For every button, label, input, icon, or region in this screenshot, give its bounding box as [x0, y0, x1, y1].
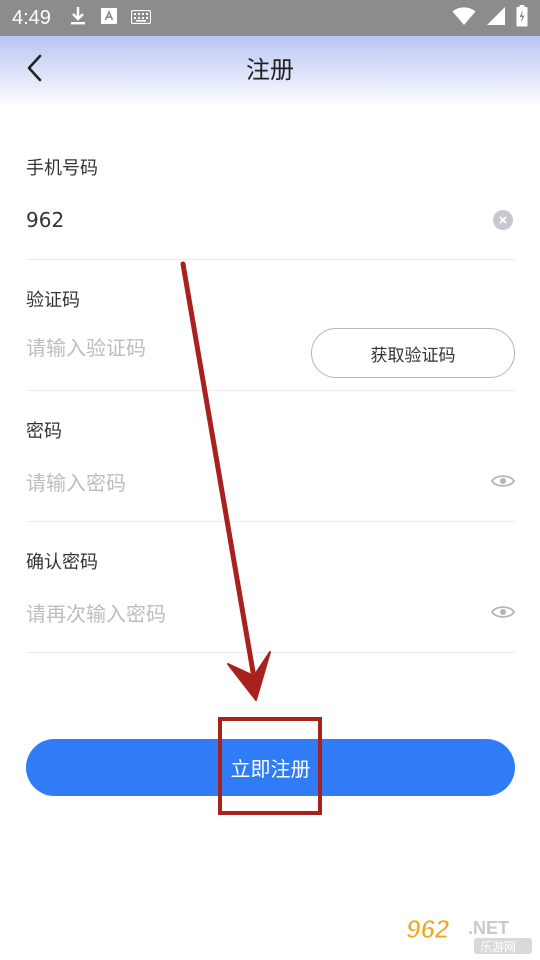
password-field-row: 密码 — [26, 391, 516, 522]
status-left-icons — [69, 6, 152, 30]
page-title: 注册 — [246, 56, 294, 84]
confirm-password-input[interactable] — [26, 594, 446, 634]
status-time: 4:49 — [12, 6, 51, 29]
svg-text:乐游网: 乐游网 — [480, 940, 516, 954]
register-form: 手机号码 验证码 获取验证码 密码 确认密码 — [26, 104, 516, 653]
password-eye-icon[interactable] — [490, 473, 516, 489]
svg-text:.NET: .NET — [468, 918, 509, 938]
code-field-row: 验证码 获取验证码 — [26, 260, 515, 391]
phone-label: 手机号码 — [26, 158, 98, 179]
keyboard-icon — [130, 9, 152, 28]
clear-circle-icon[interactable] — [493, 210, 513, 230]
annotation-highlight-box — [218, 717, 322, 815]
svg-text:962: 962 — [406, 914, 450, 944]
confirm-password-field-row: 确认密码 — [26, 522, 516, 653]
status-right-icons — [452, 5, 528, 31]
signal-icon — [486, 6, 506, 30]
confirm-password-eye-icon[interactable] — [490, 604, 516, 620]
battery-charging-icon — [516, 5, 528, 31]
password-label: 密码 — [26, 421, 62, 442]
phone-field-row: 手机号码 — [26, 104, 515, 260]
password-input[interactable] — [26, 463, 446, 503]
confirm-password-label: 确认密码 — [26, 552, 98, 573]
download-icon — [69, 6, 87, 30]
code-label: 验证码 — [26, 290, 80, 311]
phone-input[interactable] — [26, 200, 446, 240]
header: 注册 — [0, 36, 540, 104]
a-badge-icon — [100, 8, 117, 28]
wifi-icon — [452, 6, 476, 30]
site-watermark-logo: 962 .NET 乐游网 — [402, 912, 534, 956]
get-code-button[interactable]: 获取验证码 — [311, 328, 515, 378]
status-bar: 4:49 — [0, 0, 540, 36]
code-input[interactable] — [26, 328, 286, 368]
